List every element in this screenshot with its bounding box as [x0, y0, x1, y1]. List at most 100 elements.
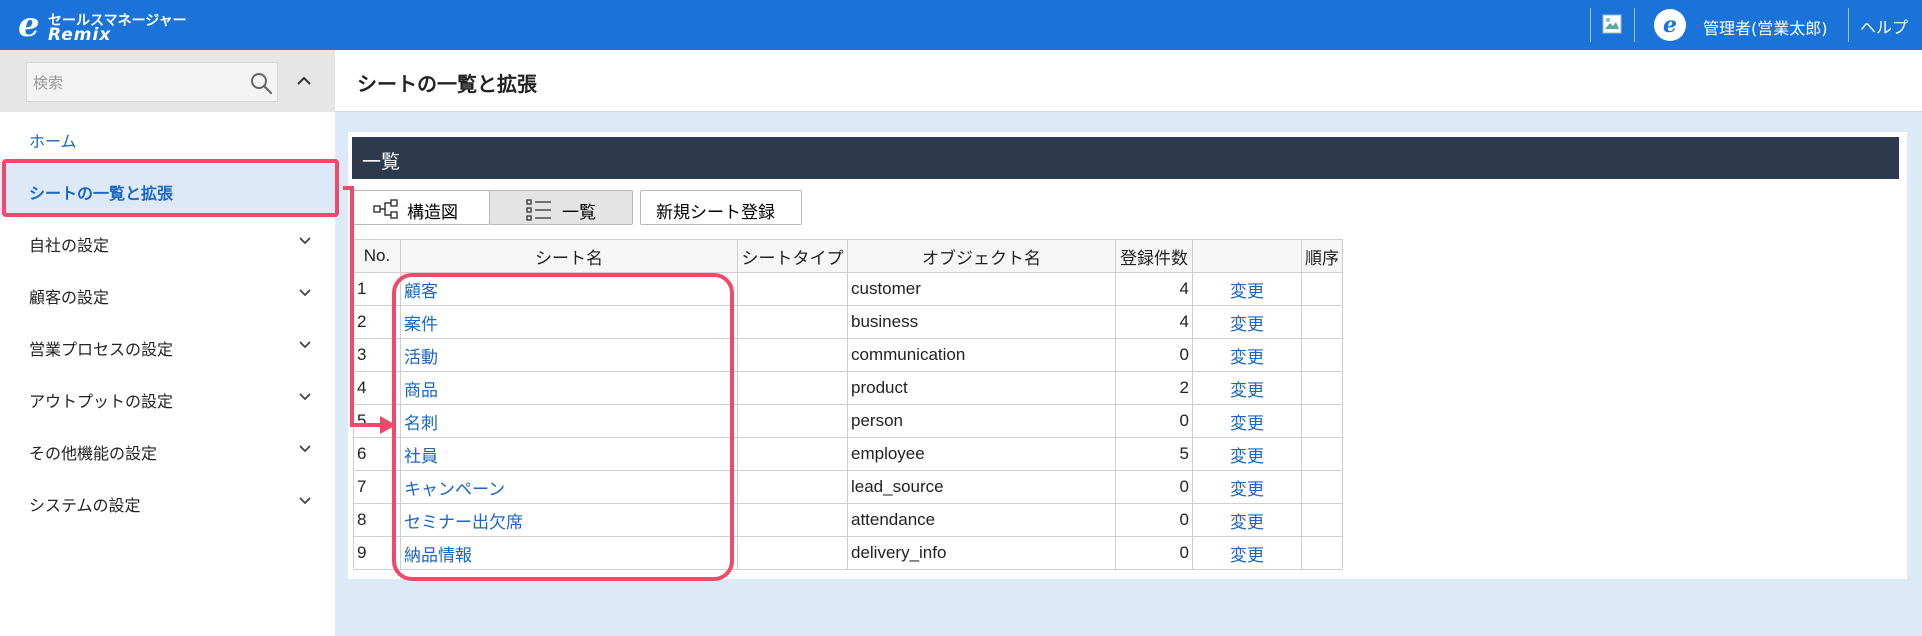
change-link[interactable]: 変更 [1192, 371, 1302, 405]
chevron-up-icon[interactable] [294, 72, 314, 90]
object-name: lead_source [847, 470, 1116, 504]
record-count: 0 [1115, 404, 1193, 438]
record-count: 5 [1115, 437, 1193, 471]
record-count: 0 [1115, 470, 1193, 504]
record-count: 0 [1115, 338, 1193, 372]
broken-image-icon[interactable] [1602, 14, 1622, 34]
order-cell [1301, 338, 1343, 372]
sheet-type [737, 470, 848, 504]
sheet-type [737, 272, 848, 306]
sidebar-item-label: その他機能の設定 [29, 444, 158, 463]
sheet-type [737, 404, 848, 438]
new-sheet-button[interactable]: 新規シート登録 [640, 190, 802, 225]
change-link[interactable]: 変更 [1192, 272, 1302, 306]
order-cell [1301, 437, 1343, 471]
order-cell [1301, 536, 1343, 570]
chevron-down-icon [299, 445, 311, 453]
change-link[interactable]: 変更 [1192, 470, 1302, 504]
page-header: シートの一覧と拡張 [335, 50, 1922, 112]
sidebar-item-label: 自社の設定 [29, 236, 110, 255]
object-name: business [847, 305, 1116, 339]
chevron-down-icon [299, 341, 311, 349]
change-link[interactable]: 変更 [1192, 503, 1302, 537]
sheet-type [737, 437, 848, 471]
page-title: シートの一覧と拡張 [357, 72, 537, 96]
search-icon[interactable] [249, 71, 273, 95]
chevron-down-icon [299, 393, 311, 401]
help-link[interactable]: ヘルプ [1860, 14, 1908, 38]
order-cell [1301, 503, 1343, 537]
sidebar-item-label: 顧客の設定 [29, 288, 110, 307]
column-header: 登録件数 [1115, 239, 1193, 273]
order-cell [1301, 404, 1343, 438]
sidebar: ホーム シートの一覧と拡張 自社の設定 顧客の設定 営業プロセスの設定 アウトプ… [0, 50, 335, 636]
sidebar-search-area [0, 50, 335, 112]
object-name: employee [847, 437, 1116, 471]
new-sheet-label: 新規シート登録 [656, 203, 775, 222]
change-link[interactable]: 変更 [1192, 536, 1302, 570]
sheet-type [737, 536, 848, 570]
sidebar-item-label: システムの設定 [29, 496, 141, 515]
sidebar-item-company-settings[interactable]: 自社の設定 [0, 216, 335, 268]
search-box [26, 62, 278, 102]
chevron-down-icon [299, 497, 311, 505]
structure-view-label: 構造図 [407, 203, 458, 222]
object-name: attendance [847, 503, 1116, 537]
object-name: communication [847, 338, 1116, 372]
user-avatar-icon[interactable]: e [1654, 9, 1686, 41]
table-header-row: No. シート名 シートタイプ オブジェクト名 登録件数 順序 [353, 239, 1343, 273]
object-name: person [847, 404, 1116, 438]
list-icon [526, 199, 551, 221]
column-header: 順序 [1301, 239, 1343, 273]
object-name: customer [847, 272, 1116, 306]
column-header: シート名 [400, 239, 738, 273]
chevron-down-icon [299, 289, 311, 297]
record-count: 0 [1115, 503, 1193, 537]
header-divider [1590, 8, 1591, 42]
sidebar-item-label: ホーム [29, 132, 77, 151]
column-header: シートタイプ [737, 239, 848, 273]
change-link[interactable]: 変更 [1192, 437, 1302, 471]
record-count: 4 [1115, 305, 1193, 339]
record-count: 4 [1115, 272, 1193, 306]
panel-title: 一覧 [362, 151, 401, 173]
panel-header: 一覧 [352, 137, 1899, 179]
sidebar-item-system-settings[interactable]: システムの設定 [0, 476, 335, 528]
record-count: 2 [1115, 371, 1193, 405]
logo-line-2: Remix [48, 25, 112, 45]
object-name: product [847, 371, 1116, 405]
object-name: delivery_info [847, 536, 1116, 570]
structure-view-button[interactable]: 構造図 [352, 190, 490, 225]
change-link[interactable]: 変更 [1192, 305, 1302, 339]
sidebar-item-label: アウトプットの設定 [29, 392, 174, 411]
column-header: No. [353, 239, 401, 273]
change-link[interactable]: 変更 [1192, 338, 1302, 372]
sidebar-item-customer-settings[interactable]: 顧客の設定 [0, 268, 335, 320]
order-cell [1301, 272, 1343, 306]
change-link[interactable]: 変更 [1192, 404, 1302, 438]
sidebar-item-other-settings[interactable]: その他機能の設定 [0, 424, 335, 476]
sheet-type [737, 503, 848, 537]
sheet-type [737, 305, 848, 339]
top-header: e セールスマネージャー Remix e 管理者(営業太郎) ヘルプ [0, 0, 1922, 50]
sheet-name-highlight-box [392, 273, 734, 581]
header-divider [1848, 8, 1849, 42]
list-view-button[interactable]: 一覧 [489, 190, 633, 225]
sheet-type [737, 371, 848, 405]
order-cell [1301, 305, 1343, 339]
search-input[interactable] [33, 72, 233, 94]
column-header [1192, 239, 1302, 273]
list-view-label: 一覧 [562, 203, 596, 222]
sidebar-item-sales-process-settings[interactable]: 営業プロセスの設定 [0, 320, 335, 372]
sidebar-item-home[interactable]: ホーム [0, 112, 335, 164]
chevron-down-icon [299, 237, 311, 245]
header-divider [1634, 8, 1635, 42]
sheet-type [737, 338, 848, 372]
user-name-link[interactable]: 管理者(営業太郎) [1703, 15, 1828, 39]
record-count: 0 [1115, 536, 1193, 570]
app-logo[interactable]: e セールスマネージャー Remix [18, 7, 218, 45]
sidebar-item-output-settings[interactable]: アウトプットの設定 [0, 372, 335, 424]
sidebar-highlight-box [2, 159, 339, 217]
order-cell [1301, 371, 1343, 405]
structure-diagram-icon [373, 199, 398, 219]
